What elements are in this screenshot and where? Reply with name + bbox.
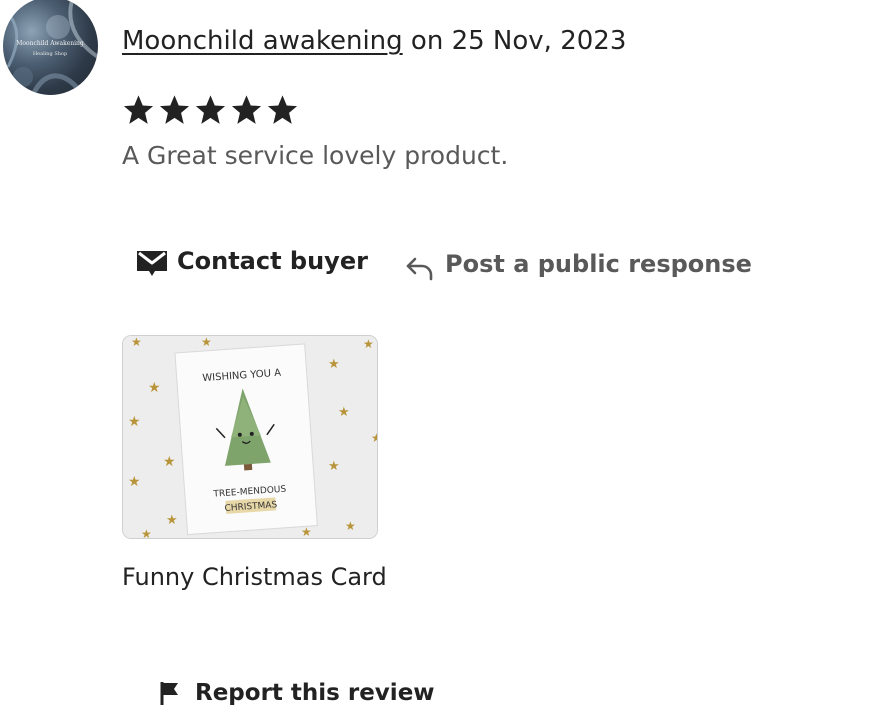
star-icon bbox=[159, 95, 190, 124]
svg-text:★: ★ bbox=[201, 336, 212, 349]
avatar-image: Moonchild Awakening Healing Shop bbox=[3, 0, 98, 95]
flag-icon bbox=[160, 682, 178, 705]
reviewer-avatar[interactable]: Moonchild Awakening Healing Shop bbox=[3, 0, 98, 95]
svg-text:★: ★ bbox=[371, 431, 377, 445]
svg-text:★: ★ bbox=[148, 380, 161, 396]
star-icon bbox=[267, 95, 298, 124]
avatar-text-line1: Moonchild Awakening bbox=[16, 40, 84, 47]
post-public-response-label: Post a public response bbox=[445, 250, 752, 278]
product-thumbnail[interactable]: ★ ★ ★ ★ ★ ★ ★ ★ ★ ★ ★ ★ ★ ★ ★ WISHING YO… bbox=[122, 335, 378, 539]
svg-text:★: ★ bbox=[131, 336, 142, 349]
svg-text:★: ★ bbox=[128, 414, 141, 430]
contact-buyer-button[interactable]: Contact buyer bbox=[135, 245, 368, 277]
svg-text:★: ★ bbox=[163, 454, 176, 470]
post-public-response-button[interactable]: Post a public response bbox=[404, 245, 752, 283]
star-icon bbox=[231, 95, 262, 124]
star-icon bbox=[123, 95, 154, 124]
greeting-card: WISHING YOU A TREE-MENDOUS CHRISTMAS bbox=[174, 343, 318, 536]
star-icon bbox=[195, 95, 226, 124]
review-text: A Great service lovely product. bbox=[122, 141, 509, 170]
svg-text:★: ★ bbox=[166, 513, 178, 528]
christmas-card-image: ★ ★ ★ ★ ★ ★ ★ ★ ★ ★ ★ ★ ★ ★ ★ WISHING YO… bbox=[123, 336, 377, 538]
avatar-text-line2: Healing Shop bbox=[33, 51, 67, 57]
reviewer-line: Moonchild awakening on 25 Nov, 2023 bbox=[122, 24, 626, 58]
contact-buyer-label: Contact buyer bbox=[177, 247, 368, 275]
svg-text:★: ★ bbox=[345, 519, 356, 533]
product-title[interactable]: Funny Christmas Card bbox=[122, 560, 387, 594]
report-review-button[interactable]: Report this review bbox=[158, 676, 435, 710]
review-date: on 25 Nov, 2023 bbox=[410, 26, 627, 56]
svg-text:★: ★ bbox=[338, 405, 350, 420]
reviewer-name-link[interactable]: Moonchild awakening bbox=[122, 26, 403, 56]
reply-arrow-icon bbox=[406, 257, 433, 281]
envelope-icon bbox=[137, 251, 167, 276]
svg-text:★: ★ bbox=[328, 459, 340, 474]
svg-text:★: ★ bbox=[328, 357, 340, 372]
svg-text:★: ★ bbox=[141, 527, 152, 538]
report-review-label: Report this review bbox=[195, 680, 435, 706]
svg-text:★: ★ bbox=[128, 474, 141, 490]
review-card: Moonchild Awakening Healing Shop Moonchi… bbox=[0, 0, 896, 718]
star-rating bbox=[121, 89, 300, 131]
svg-text:★: ★ bbox=[363, 337, 374, 351]
